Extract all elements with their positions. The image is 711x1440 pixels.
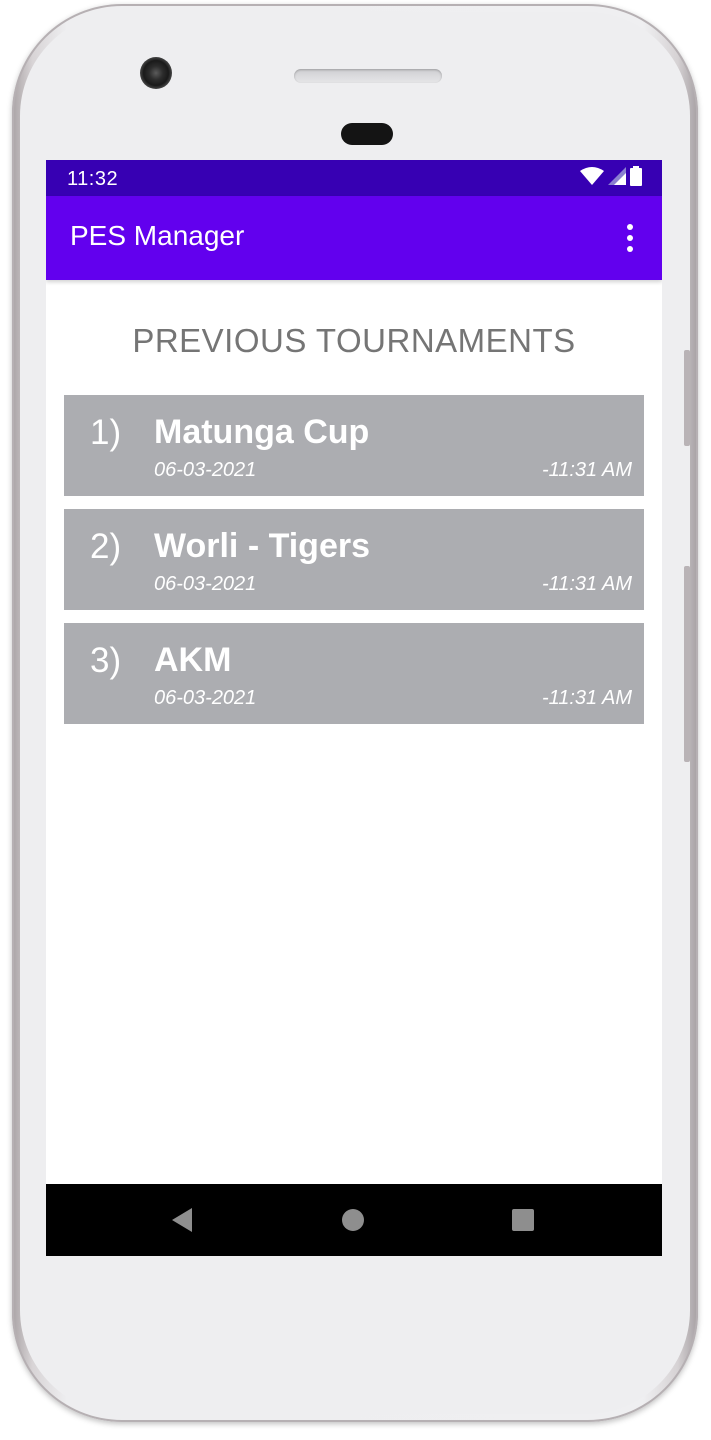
tournament-item-1[interactable]: 1) Matunga Cup 06-03-2021 -11:31 AM xyxy=(64,395,644,496)
tournament-date: 06-03-2021 xyxy=(154,459,257,481)
more-vert-icon[interactable] xyxy=(618,220,642,256)
app-bar: PES Manager xyxy=(46,196,662,280)
tournament-name: Matunga Cup xyxy=(154,413,370,451)
status-time: 11:32 xyxy=(67,168,119,190)
proximity-sensor xyxy=(341,123,393,145)
tournament-name: AKM xyxy=(154,641,232,679)
tournament-list: 1) Matunga Cup 06-03-2021 -11:31 AM 2) W… xyxy=(64,395,644,737)
tournament-index: 3) xyxy=(90,641,122,680)
recents-icon[interactable] xyxy=(509,1206,537,1234)
tournament-index: 1) xyxy=(90,413,122,452)
tournament-item-3[interactable]: 3) AKM 06-03-2021 -11:31 AM xyxy=(64,623,644,724)
tournament-time: -11:31 AM xyxy=(541,687,632,709)
tournament-index: 2) xyxy=(90,527,122,566)
power-button xyxy=(684,566,690,762)
tournament-date: 06-03-2021 xyxy=(154,573,257,595)
status-icons xyxy=(580,165,642,191)
battery-icon xyxy=(630,165,642,191)
earpiece-speaker xyxy=(294,69,442,83)
system-nav-bar xyxy=(46,1184,662,1256)
tournament-time: -11:31 AM xyxy=(541,573,632,595)
signal-icon xyxy=(608,166,626,190)
front-camera xyxy=(140,57,172,89)
tournament-item-2[interactable]: 2) Worli - Tigers 06-03-2021 -11:31 AM xyxy=(64,509,644,610)
tournament-time: -11:31 AM xyxy=(541,459,632,481)
wifi-icon xyxy=(580,166,604,190)
page-title: PREVIOUS TOURNAMENTS xyxy=(132,322,576,359)
tournament-name: Worli - Tigers xyxy=(154,527,371,565)
volume-button xyxy=(684,350,690,446)
back-icon[interactable] xyxy=(168,1206,196,1234)
status-bar: 11:32 xyxy=(46,160,662,196)
home-icon[interactable] xyxy=(339,1206,367,1234)
screen: 11:32 PES Manager PREVIOUS TOURNAMENTS 1… xyxy=(46,160,662,1256)
app-title: PES Manager xyxy=(70,220,245,251)
tournament-date: 06-03-2021 xyxy=(154,687,257,709)
